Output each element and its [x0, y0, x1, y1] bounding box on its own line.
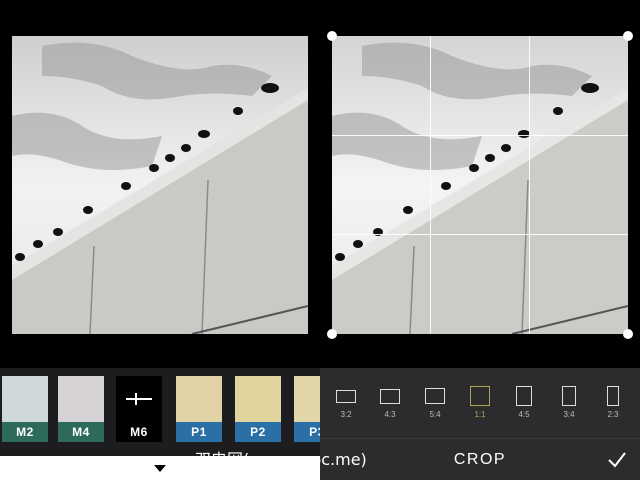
ratio-3-2[interactable]: 3:2 [326, 382, 366, 426]
ratio-4-3[interactable]: 4:3 [370, 382, 410, 426]
ratio-4-3-icon [380, 389, 400, 404]
crop-panel: 3:2 4:3 5:4 1:1 4:5 3:4 2:3 CROP [320, 0, 640, 480]
filter-thumbnail [2, 376, 48, 422]
filter-p3[interactable]: P3 [294, 376, 320, 442]
filter-thumbnail [294, 376, 320, 422]
ratio-2-3[interactable]: 2:3 [593, 382, 633, 426]
crop-handle-top-left[interactable] [327, 31, 337, 41]
crop-handle-bottom-left[interactable] [327, 329, 337, 339]
ratio-label: 3:2 [340, 410, 352, 419]
ratio-label: 3:4 [563, 410, 575, 419]
crop-handle-top-right[interactable] [623, 31, 633, 41]
filter-m6[interactable]: M6 [116, 376, 162, 442]
ratio-3-4[interactable]: 3:4 [549, 382, 589, 426]
ratio-label: 5:4 [429, 410, 441, 419]
filter-label: P3 [294, 422, 320, 442]
crop-title: CROP [453, 451, 507, 468]
ratio-4-5-icon [516, 386, 532, 406]
ratio-3-4-icon [562, 386, 576, 406]
editor-panel: M2 M4 M6 P1 P2 P3 [0, 0, 320, 480]
filter-m4[interactable]: M4 [58, 376, 104, 442]
ratio-1-1[interactable]: 1:1 [460, 382, 500, 426]
photo-image [12, 36, 308, 334]
chevron-down-icon[interactable] [154, 465, 166, 472]
crop-grid-line [332, 234, 628, 235]
filter-p1[interactable]: P1 [176, 376, 222, 442]
ratio-label: 4:3 [384, 410, 396, 419]
filter-thumbnail [58, 376, 104, 422]
filter-label: M4 [58, 422, 104, 442]
crop-grid-line [430, 36, 431, 334]
ratio-label: 2:3 [607, 410, 619, 419]
aspect-ratio-bar: 3:2 4:3 5:4 1:1 4:5 3:4 2:3 [320, 368, 640, 438]
crop-handle-bottom-right[interactable] [623, 329, 633, 339]
filter-m2[interactable]: M2 [2, 376, 48, 442]
ratio-5-4[interactable]: 5:4 [415, 382, 455, 426]
crop-grid-line [529, 36, 530, 334]
filter-label: M6 [116, 422, 162, 442]
ratio-4-5[interactable]: 4:5 [504, 382, 544, 426]
ratio-label: 1:1 [474, 410, 486, 419]
ratio-label: 4:5 [518, 410, 530, 419]
filter-p2[interactable]: P2 [235, 376, 281, 442]
slider-icon [116, 376, 162, 422]
filter-label: P2 [235, 422, 281, 442]
ratio-5-4-icon [425, 388, 445, 404]
filter-label: M2 [2, 422, 48, 442]
filter-thumbnail [176, 376, 222, 422]
photo-image [332, 36, 628, 334]
ratio-2-3-icon [607, 386, 619, 406]
filter-label: P1 [176, 422, 222, 442]
watermark-text: 双电网(www.pcpc.me) [195, 450, 367, 469]
ratio-3-2-icon [336, 390, 356, 403]
crop-photo[interactable] [332, 36, 628, 334]
crop-footer: CROP [320, 438, 640, 480]
filter-strip[interactable]: M2 M4 M6 P1 P2 P3 [0, 368, 320, 456]
photo-preview [12, 36, 308, 334]
filter-thumbnail [235, 376, 281, 422]
checkmark-icon[interactable] [604, 447, 630, 473]
crop-grid-line [332, 135, 628, 136]
ratio-1-1-icon [470, 386, 490, 406]
